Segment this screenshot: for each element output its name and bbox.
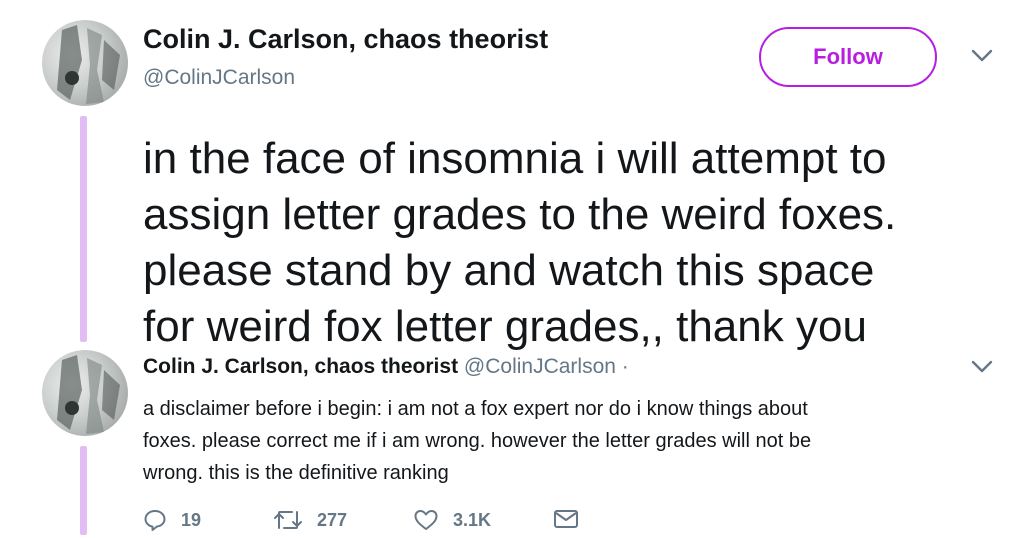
tweet-text-line: assign letter grades to the weird foxes. <box>143 190 897 239</box>
reply-button[interactable]: 19 <box>143 508 201 532</box>
retweet-icon <box>274 511 302 529</box>
tweet-text-line: in the face of insomnia i will attempt t… <box>143 134 887 183</box>
thread-line <box>80 446 87 535</box>
avatar-image <box>57 25 120 104</box>
retweet-button[interactable]: 277 <box>273 508 347 532</box>
follow-button[interactable]: Follow <box>759 27 937 87</box>
tweet-text-line: for weird fox letter grades,, thank you <box>143 302 867 351</box>
avatar-image <box>57 355 120 434</box>
avatar[interactable] <box>42 20 128 106</box>
heart-icon <box>414 510 438 530</box>
reply-text-line: a disclaimer before i begin: i am not a … <box>143 398 808 420</box>
user-handle[interactable]: @ColinJCarlson <box>143 66 295 90</box>
reply-count: 19 <box>181 509 202 530</box>
avatar[interactable] <box>42 350 128 436</box>
reply-handle[interactable]: @ColinJCarlson <box>464 355 616 378</box>
reply-display-name[interactable]: Colin J. Carlson, chaos theorist <box>143 355 458 378</box>
reply-header: Colin J. Carlson, chaos theorist @ColinJ… <box>143 355 629 379</box>
mail-icon <box>554 510 578 528</box>
like-button[interactable]: 3.1K <box>413 508 491 532</box>
thread-line <box>80 116 87 342</box>
direct-message-button[interactable] <box>553 508 593 530</box>
like-count: 3.1K <box>453 509 492 530</box>
display-name[interactable]: Colin J. Carlson, chaos theorist <box>143 24 548 55</box>
reply-text: a disclaimer before i begin: i am not a … <box>143 393 993 489</box>
chevron-down-icon[interactable] <box>971 360 993 374</box>
chevron-down-icon[interactable] <box>971 49 993 63</box>
reply-text-line: foxes. please correct me if i am wrong. … <box>143 430 812 452</box>
retweet-count: 277 <box>317 509 348 530</box>
separator-dot: · <box>621 355 629 378</box>
reply-text-line: wrong. this is the definitive ranking <box>143 462 449 484</box>
reply-icon <box>144 510 166 531</box>
tweet-text: in the face of insomnia i will attempt t… <box>143 131 993 355</box>
tweet-text-line: please stand by and watch this space <box>143 246 875 295</box>
